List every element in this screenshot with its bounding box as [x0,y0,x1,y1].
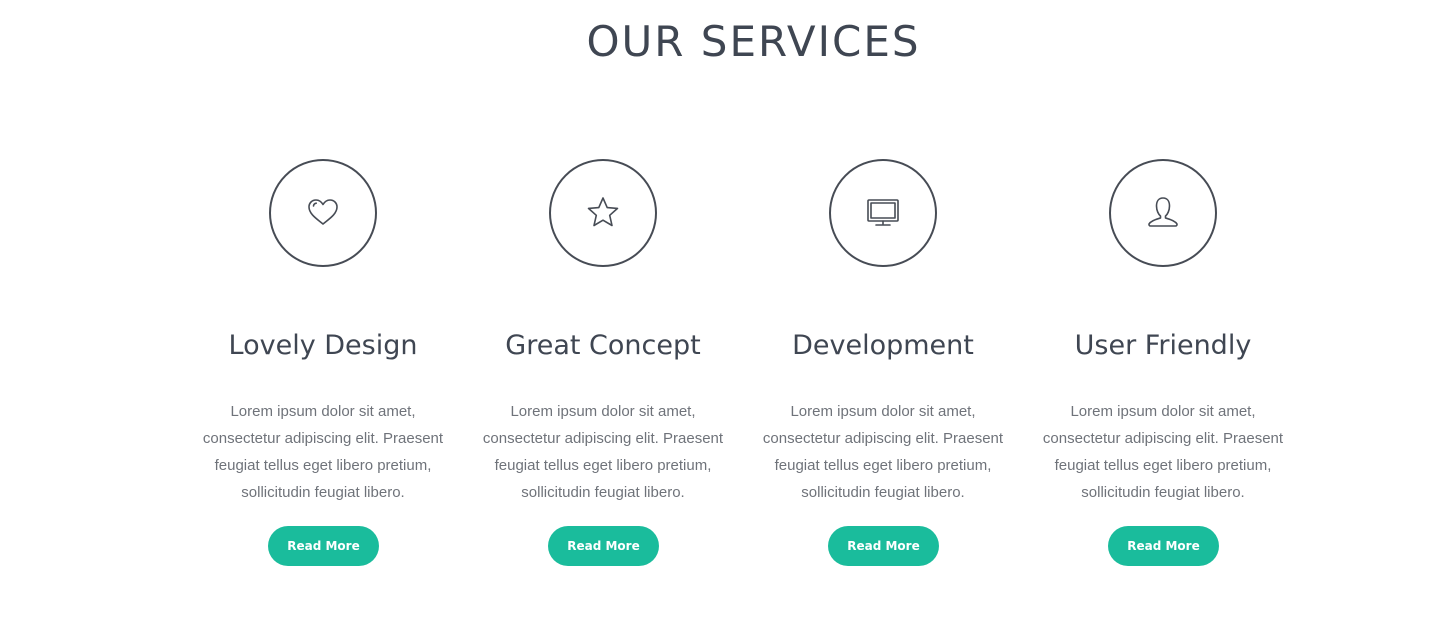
read-more-button[interactable]: Read More [828,526,939,566]
service-card-user-friendly: User Friendly Lorem ipsum dolor sit amet… [1023,0,1303,623]
service-card-lovely-design: Lovely Design Lorem ipsum dolor sit amet… [183,0,463,623]
read-more-button[interactable]: Read More [268,526,379,566]
services-grid: Lovely Design Lorem ipsum dolor sit amet… [0,0,1433,623]
user-icon-circle [1109,159,1217,267]
service-card-development: Development Lorem ipsum dolor sit amet, … [743,0,1023,623]
user-icon [1145,195,1181,231]
monitor-icon-circle [829,159,937,267]
heart-icon-circle [269,159,377,267]
service-description: Lorem ipsum dolor sit amet, consectetur … [762,403,1004,501]
read-more-button[interactable]: Read More [548,526,659,566]
star-icon-circle [549,159,657,267]
service-description: Lorem ipsum dolor sit amet, consectetur … [1042,403,1284,501]
read-more-button[interactable]: Read More [1108,526,1219,566]
monitor-icon [865,195,901,231]
service-title: Lovely Design [228,330,418,361]
star-icon [585,195,621,231]
service-title: User Friendly [1074,330,1252,361]
heart-icon [305,195,341,231]
service-title: Development [792,330,974,361]
service-description: Lorem ipsum dolor sit amet, consectetur … [482,403,724,501]
service-card-great-concept: Great Concept Lorem ipsum dolor sit amet… [463,0,743,623]
service-title: Great Concept [505,330,701,361]
service-description: Lorem ipsum dolor sit amet, consectetur … [202,403,444,501]
